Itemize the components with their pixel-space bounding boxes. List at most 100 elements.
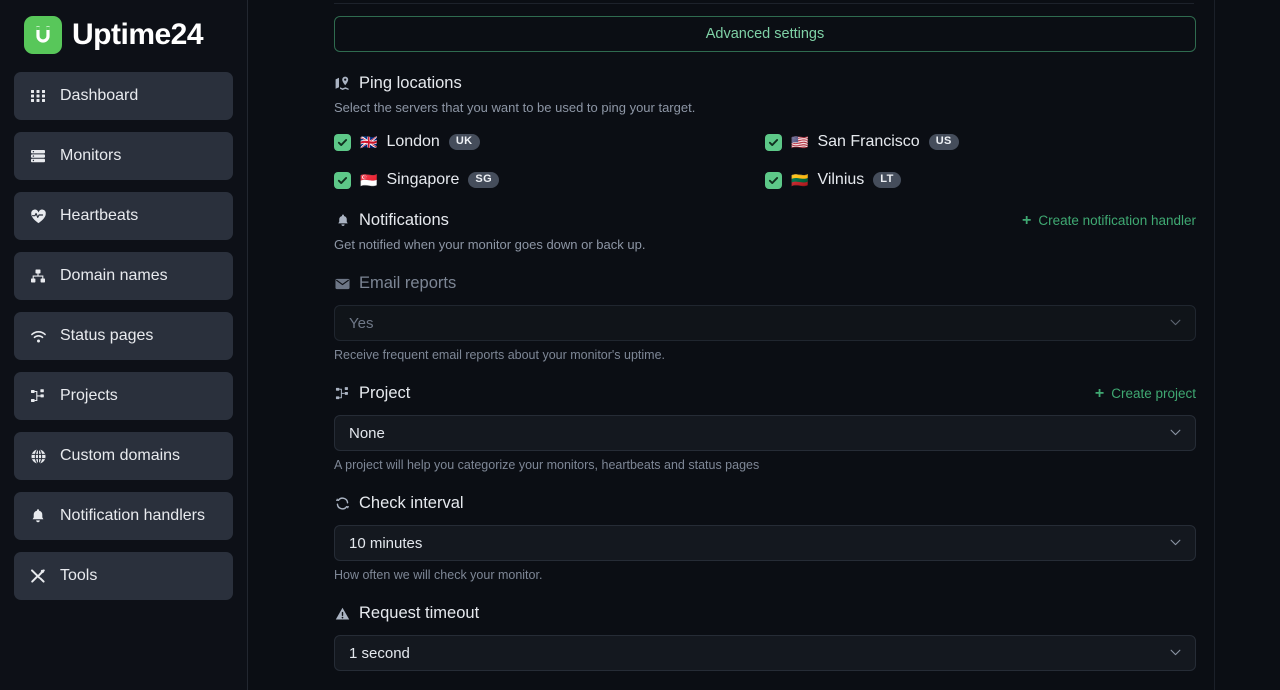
envelope-icon: [334, 275, 351, 292]
request-timeout-select[interactable]: 1 second: [334, 635, 1196, 671]
app-root: Uptime24 Dashboard Monitors Heartbeats D…: [0, 0, 1280, 690]
wifi-icon: [28, 326, 48, 346]
tools-icon: [28, 566, 48, 586]
ping-locations-title: Ping locations: [359, 74, 462, 92]
sidebar-item-label: Heartbeats: [60, 207, 139, 224]
checkbox-checked-icon[interactable]: [334, 171, 351, 189]
notifications-title: Notifications: [359, 211, 449, 229]
ping-locations-section: Ping locations Select the servers that y…: [334, 74, 1196, 189]
sidebar-item-label: Tools: [60, 567, 98, 584]
check-interval-section: Check interval 10 minutes How often we w…: [334, 494, 1196, 582]
ping-location-singapore[interactable]: 🇸🇬 Singapore SG: [334, 171, 765, 189]
chevron-down-icon: [1170, 427, 1181, 439]
sidebar-item-heartbeats[interactable]: Heartbeats: [14, 192, 233, 240]
notifications-description: Get notified when your monitor goes down…: [334, 237, 646, 252]
sidebar-item-label: Domain names: [60, 267, 168, 284]
server-icon: [28, 146, 48, 166]
content-right-divider: [1214, 0, 1215, 690]
sidebar-item-tools[interactable]: Tools: [14, 552, 233, 600]
bell-icon: [334, 212, 351, 229]
project-select[interactable]: None: [334, 415, 1196, 451]
sidebar-item-monitors[interactable]: Monitors: [14, 132, 233, 180]
ping-location-san-francisco[interactable]: 🇺🇸 San Francisco US: [765, 133, 1196, 151]
check-interval-hint: How often we will check your monitor.: [334, 568, 543, 582]
chevron-down-icon: [1170, 317, 1181, 329]
flag-icon-lt: 🇱🇹: [791, 172, 809, 188]
main-content: Advanced settings Ping locations Select …: [248, 0, 1280, 690]
check-interval-title-group: Check interval: [334, 494, 464, 513]
email-reports-title-group: Email reports: [334, 274, 456, 293]
country-code-badge: UK: [448, 134, 480, 150]
checkbox-checked-icon[interactable]: [765, 171, 782, 189]
ping-location-london[interactable]: 🇬🇧 London UK: [334, 133, 765, 151]
project-title-group: Project: [334, 384, 410, 403]
brand-name: Uptime24: [72, 18, 204, 51]
email-reports-hint: Receive frequent email reports about you…: [334, 348, 666, 362]
notifications-title-group: Notifications: [334, 211, 449, 230]
project-tree-icon: [334, 385, 351, 402]
sidebar-item-label: Monitors: [60, 147, 122, 164]
ping-locations-title-group: Ping locations: [334, 74, 462, 93]
country-code-badge: LT: [873, 172, 901, 188]
check-interval-select[interactable]: 10 minutes: [334, 525, 1196, 561]
create-notification-handler-link[interactable]: + Create notification handler: [1022, 211, 1196, 229]
plus-icon: +: [1022, 211, 1032, 229]
check-interval-header: Check interval: [334, 494, 1196, 513]
globe-icon: [28, 446, 48, 466]
sidebar-item-notification-handlers[interactable]: Notification handlers: [14, 492, 233, 540]
create-notification-handler-label: Create notification handler: [1038, 213, 1196, 228]
email-reports-title: Email reports: [359, 274, 457, 292]
sidebar-item-label: Projects: [60, 387, 118, 404]
request-timeout-title: Request timeout: [359, 604, 480, 622]
heart-pulse-icon: [28, 206, 48, 226]
chevron-down-icon: [1170, 537, 1181, 549]
email-reports-header: Email reports: [334, 274, 1196, 293]
create-project-link[interactable]: + Create project: [1094, 384, 1196, 402]
advanced-settings-label: Advanced settings: [705, 26, 825, 42]
project-value: None: [349, 424, 385, 442]
project-hint: A project will help you categorize your …: [334, 458, 760, 472]
ping-location-name: Singapore: [386, 171, 460, 188]
sidebar-item-status-pages[interactable]: Status pages: [14, 312, 233, 360]
map-location-icon: [334, 75, 351, 92]
plus-icon: +: [1094, 384, 1105, 402]
uptime-logo-icon: [24, 16, 62, 54]
ping-locations-grid: 🇬🇧 London UK 🇺🇸 San Francisco US 🇸🇬 Sing…: [334, 133, 1196, 189]
sidebar-item-label: Dashboard: [60, 87, 139, 104]
warning-triangle-icon: [334, 605, 351, 622]
check-interval-title: Check interval: [359, 494, 464, 512]
sidebar-item-label: Status pages: [60, 327, 154, 344]
email-reports-value: Yes: [349, 314, 374, 332]
brand[interactable]: Uptime24: [14, 0, 233, 70]
email-reports-select[interactable]: Yes: [334, 305, 1196, 341]
country-code-badge: SG: [468, 172, 500, 188]
check-interval-value: 10 minutes: [349, 534, 423, 552]
notifications-section: Notifications + Create notification hand…: [334, 211, 1196, 252]
ping-location-vilnius[interactable]: 🇱🇹 Vilnius LT: [765, 171, 1196, 189]
checkbox-checked-icon[interactable]: [765, 133, 782, 151]
advanced-settings-button[interactable]: Advanced settings: [334, 16, 1196, 52]
checkbox-checked-icon[interactable]: [334, 133, 351, 151]
sidebar: Uptime24 Dashboard Monitors Heartbeats D…: [0, 0, 248, 690]
bell-icon: [28, 506, 48, 526]
flag-icon-sg: 🇸🇬: [360, 172, 378, 188]
sidebar-item-domain-names[interactable]: Domain names: [14, 252, 233, 300]
sidebar-item-custom-domains[interactable]: Custom domains: [14, 432, 233, 480]
notifications-header: Notifications + Create notification hand…: [334, 211, 1196, 230]
country-code-badge: US: [928, 134, 959, 150]
flag-icon-uk: 🇬🇧: [360, 134, 378, 150]
create-project-label: Create project: [1111, 386, 1196, 401]
project-section: Project + Create project None A project …: [334, 384, 1196, 472]
sidebar-item-dashboard[interactable]: Dashboard: [14, 72, 233, 120]
top-cut-element: [334, 0, 1194, 4]
sidebar-item-projects[interactable]: Projects: [14, 372, 233, 420]
project-title: Project: [359, 384, 411, 402]
request-timeout-section: Request timeout 1 second: [334, 604, 1196, 671]
request-timeout-value: 1 second: [349, 644, 410, 662]
ping-location-name: London: [386, 133, 440, 150]
sitemap-icon: [28, 266, 48, 286]
chevron-down-icon: [1170, 647, 1181, 659]
ping-locations-header: Ping locations: [334, 74, 1196, 93]
flag-icon-us: 🇺🇸: [791, 134, 809, 150]
refresh-icon: [334, 495, 351, 512]
